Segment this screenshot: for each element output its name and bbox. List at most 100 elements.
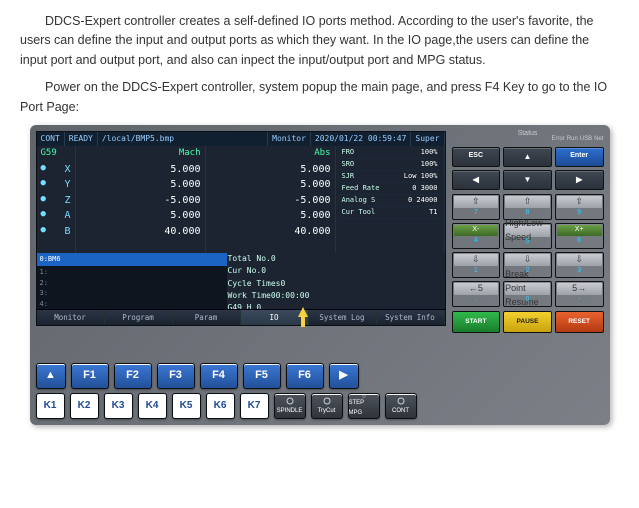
- axis-label-A: ●A: [41, 208, 71, 224]
- status-panel-2: Total No.0Cur No.0Cycle Times0Work Time0…: [228, 253, 445, 309]
- tab-program[interactable]: Program: [105, 310, 173, 325]
- datetime-label: 2020/01/22 00:59:47: [311, 132, 412, 146]
- status-row: SRO100%: [340, 159, 440, 171]
- status-row: Cur ToolT1: [340, 207, 440, 219]
- right-key[interactable]: ▶: [555, 170, 604, 190]
- mach-A: 5.000: [80, 208, 201, 224]
- status-row: Cycle Times0: [228, 278, 445, 290]
- f2-key[interactable]: F2: [114, 363, 152, 389]
- abs-Y: 5.000: [210, 177, 331, 193]
- tab-param[interactable]: Param: [173, 310, 241, 325]
- axis-label-B: ●B: [41, 224, 71, 240]
- k-key-row: K1K2K3K4K5K6K7 SPINDLE TryCut STEP MPG C…: [36, 393, 604, 419]
- bottom-key-rows: ▲ F1F2F3F4F5F6 ▶ K1K2K3K4K5K6K7 SPINDLE …: [36, 359, 604, 419]
- mach-Z: -5.000: [80, 193, 201, 209]
- tab-system log[interactable]: System Log: [309, 310, 377, 325]
- abs-A: 5.000: [210, 208, 331, 224]
- status-row: FRO100%: [340, 147, 440, 159]
- status-led-run: Run: [567, 135, 578, 144]
- numpad-3[interactable]: ⇩3: [555, 252, 604, 278]
- offset-col: G59 ●X●Y●Z●A●B: [37, 146, 76, 253]
- status-row: Cur No.0: [228, 265, 445, 277]
- gcode-panel: 0:BM6 1:2:3:4:: [37, 253, 228, 309]
- status-row: Feed Rate0 3000: [340, 183, 440, 195]
- f6-key[interactable]: F6: [286, 363, 324, 389]
- doc-paragraph-2: Power on the DDCS-Expert controller, sys…: [20, 78, 619, 117]
- k1-key[interactable]: K1: [36, 393, 65, 419]
- abs-col: Abs 5.0005.000-5.0005.00040.000: [206, 146, 336, 253]
- spindle-key[interactable]: SPINDLE: [274, 393, 306, 419]
- up-key[interactable]: ▲: [503, 147, 552, 167]
- status-title: Status: [518, 129, 538, 140]
- tab-system info[interactable]: System Info: [377, 310, 445, 325]
- numpad-9[interactable]: ⇧9: [555, 194, 604, 220]
- start-key[interactable]: START: [452, 311, 501, 333]
- trycut-key[interactable]: TryCut: [311, 393, 343, 419]
- highlight-arrow-stem: [301, 317, 305, 327]
- left-key[interactable]: ◀: [452, 170, 501, 190]
- screen-titlebar: CONT READY /local/BMP5.bmp Monitor 2020/…: [37, 132, 445, 146]
- control-row: START PAUSE RESET: [452, 311, 604, 333]
- numpad-0[interactable]: Break Point Resume0: [503, 281, 552, 307]
- numpad-4[interactable]: X-4: [452, 223, 501, 249]
- page-up-key[interactable]: ▲: [36, 363, 66, 389]
- file-path: /local/BMP5.bmp: [98, 132, 268, 146]
- f1-key[interactable]: F1: [71, 363, 109, 389]
- abs-Z: -5.000: [210, 193, 331, 209]
- down-key[interactable]: ▼: [503, 170, 552, 190]
- reset-key[interactable]: RESET: [555, 311, 604, 333]
- numpad-.[interactable]: ←5.: [452, 281, 501, 307]
- lcd-screen: CONT READY /local/BMP5.bmp Monitor 2020/…: [36, 131, 446, 326]
- gcode-line: 2:: [40, 278, 224, 289]
- abs-X: 5.000: [210, 162, 331, 178]
- mach-B: 40.000: [80, 224, 201, 240]
- status-bar: Status ErrorRunUSBNet: [452, 131, 604, 143]
- page-next-key[interactable]: ▶: [329, 363, 359, 389]
- f5-key[interactable]: F5: [243, 363, 281, 389]
- numpad-6[interactable]: X+6: [555, 223, 604, 249]
- esc-key[interactable]: ESC: [452, 147, 501, 167]
- axis-label-X: ●X: [41, 162, 71, 178]
- view-label: Monitor: [268, 132, 311, 146]
- f3-key[interactable]: F3: [157, 363, 195, 389]
- mode-label: CONT: [37, 132, 65, 146]
- abs-header: Abs: [210, 147, 331, 161]
- k3-key[interactable]: K3: [104, 393, 133, 419]
- numpad--[interactable]: 5→-: [555, 281, 604, 307]
- k2-key[interactable]: K2: [70, 393, 99, 419]
- enter-key[interactable]: Enter: [555, 147, 604, 167]
- k4-key[interactable]: K4: [138, 393, 167, 419]
- mach-Y: 5.000: [80, 177, 201, 193]
- pause-key[interactable]: PAUSE: [503, 311, 552, 333]
- state-label: READY: [65, 132, 98, 146]
- status-row: Total No.0: [228, 253, 445, 265]
- status-led-usb: USB: [580, 135, 592, 144]
- cont-key[interactable]: CONT: [385, 393, 417, 419]
- axis-label-Z: ●Z: [41, 193, 71, 209]
- k5-key[interactable]: K5: [172, 393, 201, 419]
- mach-header: Mach: [80, 147, 201, 161]
- step-mpg-key[interactable]: STEP MPG: [348, 393, 380, 419]
- k6-key[interactable]: K6: [206, 393, 235, 419]
- numpad-5[interactable]: High/Low Speed5: [503, 223, 552, 249]
- gcode-line: 3:: [40, 288, 224, 299]
- nav-grid: ESC ▲ Enter ◀ ▼ ▶: [452, 147, 604, 190]
- f-key-row: ▲ F1F2F3F4F5F6 ▶: [36, 363, 604, 389]
- numpad-7[interactable]: ⇧7: [452, 194, 501, 220]
- status-row: SJRLow 100%: [340, 171, 440, 183]
- f4-key[interactable]: F4: [200, 363, 238, 389]
- tab-monitor[interactable]: Monitor: [37, 310, 105, 325]
- mach-col: Mach 5.0005.000-5.0005.00040.000: [76, 146, 206, 253]
- doc-paragraph-1: DDCS-Expert controller creates a self-de…: [20, 12, 619, 70]
- k7-key[interactable]: K7: [240, 393, 269, 419]
- controller-panel: CONT READY /local/BMP5.bmp Monitor 2020/…: [30, 125, 610, 425]
- offset-label: G59: [41, 147, 71, 161]
- mach-X: 5.000: [80, 162, 201, 178]
- numpad-1[interactable]: ⇩1: [452, 252, 501, 278]
- highlight-arrow-icon: [298, 307, 308, 317]
- numpad: ⇧7 ⇧8 ⇧9 X-4 High/Low Speed5 X+6 ⇩1 ⇩2 ⇩…: [452, 194, 604, 307]
- status-led-net: Net: [594, 135, 603, 144]
- abs-B: 40.000: [210, 224, 331, 240]
- status-led-error: Error: [551, 135, 564, 144]
- status-row: Analog S0 24000: [340, 195, 440, 207]
